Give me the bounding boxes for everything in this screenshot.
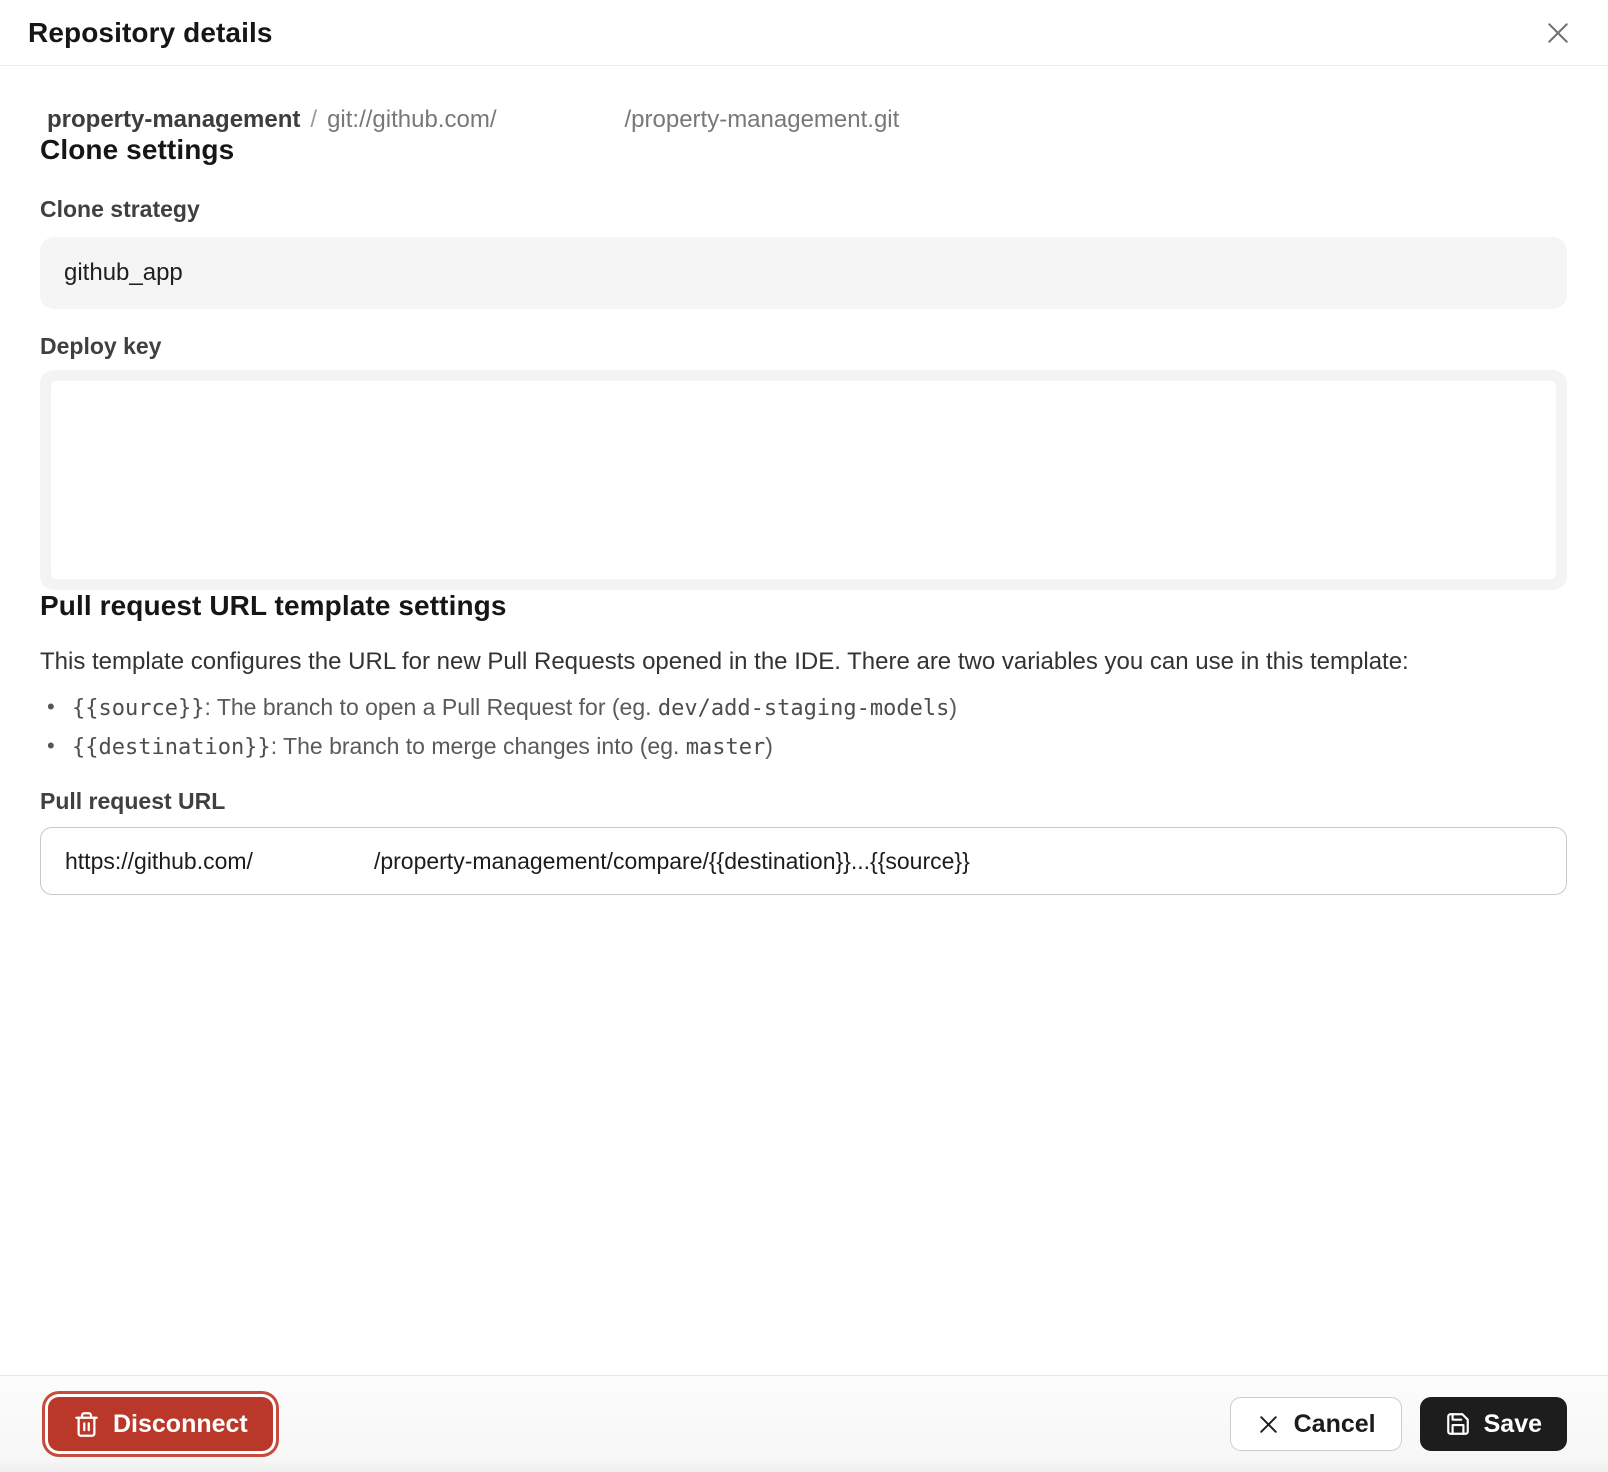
destination-variable-code: {{destination}} (72, 735, 271, 760)
breadcrumb: property-management / git://github.com/ … (40, 106, 1567, 134)
page-title: Repository details (28, 17, 273, 49)
trash-icon (73, 1411, 100, 1438)
close-button[interactable] (1538, 13, 1578, 53)
breadcrumb-repo-name: property-management (47, 106, 300, 134)
deploy-key-label: Deploy key (40, 333, 1567, 360)
destination-variable-text: : The branch to merge changes into (eg. (271, 733, 686, 759)
source-variable-suffix: ) (949, 694, 957, 720)
modal-footer: Disconnect Cancel Save (0, 1375, 1608, 1472)
breadcrumb-separator: / (310, 106, 317, 134)
save-button-label: Save (1484, 1410, 1542, 1439)
breadcrumb-git-url-prefix: git://github.com/ (327, 106, 496, 134)
deploy-key-field-wrapper (40, 370, 1567, 590)
template-variable-list: {{source}}: The branch to open a Pull Re… (40, 692, 1567, 762)
pr-template-heading: Pull request URL template settings (40, 590, 1567, 622)
cancel-button-label: Cancel (1294, 1410, 1376, 1439)
destination-variable-suffix: ) (765, 733, 773, 759)
pr-template-description: This template configures the URL for new… (40, 646, 1567, 678)
list-item: {{destination}}: The branch to merge cha… (40, 731, 1567, 762)
source-variable-code: {{source}} (72, 696, 204, 721)
source-variable-text: : The branch to open a Pull Request for … (204, 694, 657, 720)
breadcrumb-git-url-suffix: /property-management.git (624, 106, 899, 134)
cancel-x-icon (1256, 1412, 1281, 1437)
clone-strategy-field: github_app (40, 237, 1567, 309)
modal-body: property-management / git://github.com/ … (0, 66, 1608, 1375)
destination-variable-example: master (686, 735, 765, 760)
source-variable-example: dev/add-staging-models (658, 696, 949, 721)
save-button[interactable]: Save (1420, 1397, 1567, 1451)
footer-action-group: Cancel Save (1230, 1397, 1567, 1451)
clone-strategy-label: Clone strategy (40, 196, 1567, 223)
list-item: {{source}}: The branch to open a Pull Re… (40, 692, 1567, 723)
pull-request-url-input[interactable]: https://github.com/ /property-management… (40, 827, 1567, 895)
pull-request-url-suffix: /property-management/compare/{{destinati… (374, 848, 970, 875)
modal-header: Repository details (0, 0, 1608, 66)
disconnect-button-label: Disconnect (113, 1410, 248, 1439)
close-icon (1543, 18, 1573, 48)
pull-request-url-label: Pull request URL (40, 788, 1567, 815)
cancel-button[interactable]: Cancel (1230, 1397, 1402, 1451)
deploy-key-input[interactable] (51, 381, 1556, 579)
save-floppy-icon (1445, 1411, 1471, 1437)
pull-request-url-prefix: https://github.com/ (65, 848, 253, 875)
disconnect-button[interactable]: Disconnect (48, 1397, 273, 1451)
clone-strategy-value: github_app (64, 259, 183, 287)
clone-settings-heading: Clone settings (40, 134, 1567, 166)
